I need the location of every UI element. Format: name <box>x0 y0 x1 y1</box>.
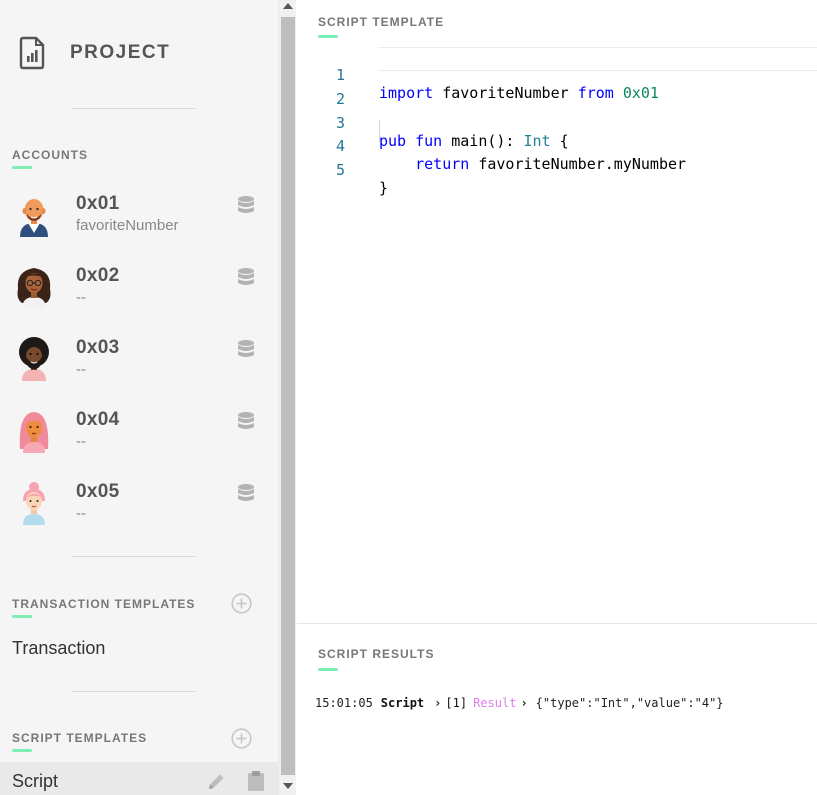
divider <box>72 108 196 109</box>
line-number: 3 <box>335 114 345 132</box>
chevron-right-icon: › <box>434 696 442 710</box>
avatar-bald-man-icon <box>20 199 48 237</box>
add-script-template-icon[interactable] <box>231 728 252 749</box>
scroll-up-arrow-icon[interactable] <box>283 3 293 9</box>
code-text: pub fun main(): Int { <box>379 132 569 150</box>
database-icon[interactable] <box>236 267 256 289</box>
code-editor[interactable]: SCRIPT TEMPLATE 1 import favoriteNumber … <box>297 0 817 623</box>
result-label: Result <box>473 696 517 710</box>
results-title: SCRIPT RESULTS <box>318 647 435 661</box>
project-label[interactable]: PROJECT <box>70 42 170 64</box>
line-number: 5 <box>335 161 345 179</box>
code-line[interactable]: 1 import favoriteNumber from 0x01 <box>297 48 659 102</box>
code-line[interactable]: 3 pub fun main(): Int { <box>297 96 569 150</box>
account-address: 0x02 <box>76 265 120 286</box>
account-contract: -- <box>76 505 86 522</box>
code-line[interactable]: 4 return favoriteNumber.myNumber <box>297 119 686 173</box>
clipboard-icon[interactable] <box>247 770 265 792</box>
transaction-template-item[interactable]: Transaction <box>12 638 105 659</box>
line-number: 1 <box>335 66 345 84</box>
script-template-item[interactable]: Script <box>0 762 278 795</box>
avatar-pink-hair-woman-icon <box>19 412 49 453</box>
current-line-highlight <box>378 47 817 71</box>
account-contract: -- <box>76 361 86 378</box>
results-accent-bar <box>318 668 338 671</box>
code-text: import favoriteNumber from 0x01 <box>379 84 659 102</box>
scroll-down-arrow-icon[interactable] <box>283 783 293 789</box>
accounts-accent-bar <box>12 166 32 169</box>
account-item-0x03[interactable]: 0x03 -- <box>0 337 278 407</box>
editor-title: SCRIPT TEMPLATE <box>318 15 445 29</box>
account-item-0x04[interactable]: 0x04 -- <box>0 409 278 479</box>
sidebar-scrollbar[interactable] <box>278 0 296 795</box>
account-item-0x01[interactable]: 0x01 favoriteNumber <box>0 193 278 263</box>
code-line[interactable]: 2 <box>297 72 345 108</box>
avatar-curly-hair-woman-icon <box>17 268 51 309</box>
divider <box>72 556 196 557</box>
account-item-0x05[interactable]: 0x05 -- <box>0 481 278 551</box>
database-icon[interactable] <box>236 411 256 433</box>
script-templates-accent-bar <box>12 749 32 752</box>
script-templates-title: SCRIPT TEMPLATES <box>12 731 148 745</box>
account-address: 0x01 <box>76 193 120 214</box>
code-line[interactable]: 5 } <box>297 143 388 197</box>
line-number: 2 <box>335 90 345 108</box>
result-timestamp: 15:01:05 <box>315 696 373 710</box>
line-number: 4 <box>335 137 345 155</box>
add-transaction-template-icon[interactable] <box>231 593 252 614</box>
pencil-icon[interactable] <box>206 771 227 792</box>
database-icon[interactable] <box>236 195 256 217</box>
account-contract: -- <box>76 433 86 450</box>
project-file-icon <box>19 36 45 70</box>
scroll-thumb[interactable] <box>281 17 295 775</box>
code-text: } <box>379 179 389 197</box>
divider <box>72 691 196 692</box>
account-address: 0x04 <box>76 409 120 430</box>
transaction-templates-title: TRANSACTION TEMPLATES <box>12 597 196 611</box>
account-contract: favoriteNumber <box>76 217 179 234</box>
database-icon[interactable] <box>236 339 256 361</box>
account-contract: -- <box>76 289 86 306</box>
script-results-panel: SCRIPT RESULTS 15:01:05 Script › [1] Res… <box>297 623 817 795</box>
accounts-section-title: ACCOUNTS <box>12 148 88 162</box>
account-item-0x02[interactable]: 0x02 -- <box>0 265 278 335</box>
result-entry[interactable]: 15:01:05 Script › [1] Result › {"type":"… <box>315 696 724 710</box>
transaction-templates-accent-bar <box>12 615 32 618</box>
avatar-bearded-man-icon <box>19 337 49 381</box>
code-text: return favoriteNumber.myNumber <box>415 155 687 173</box>
chevron-right-icon: › <box>520 696 528 710</box>
avatar-bun-hair-woman-icon <box>23 482 45 525</box>
result-value: {"type":"Int","value":"4"} <box>535 696 724 710</box>
sidebar: PROJECT ACCOUNTS 0x01 favoriteNumber 0x0… <box>0 0 278 795</box>
database-icon[interactable] <box>236 483 256 505</box>
editor-accent-bar <box>318 35 338 38</box>
result-kind: Script <box>380 696 425 710</box>
account-address: 0x03 <box>76 337 120 358</box>
project-header[interactable] <box>18 36 48 70</box>
script-template-label: Script <box>12 771 59 791</box>
result-index: [1] <box>445 696 468 710</box>
account-address: 0x05 <box>76 481 120 502</box>
